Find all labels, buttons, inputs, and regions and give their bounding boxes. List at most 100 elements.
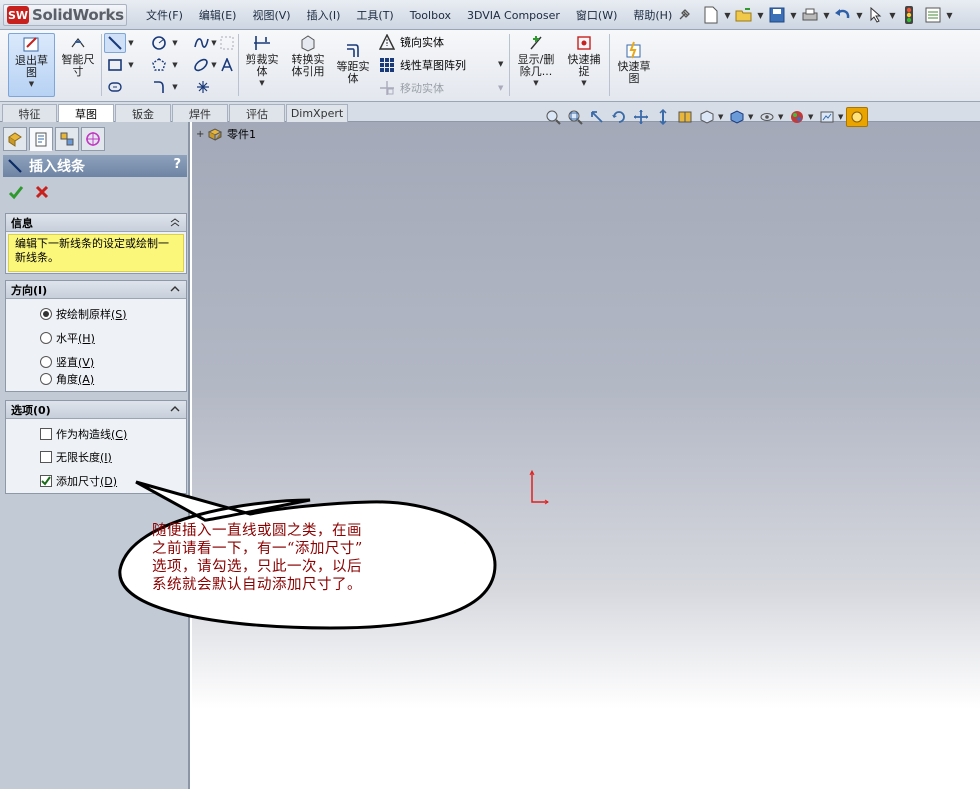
section-view-icon[interactable]	[674, 107, 696, 127]
spline-icon[interactable]	[192, 33, 210, 53]
line-icon[interactable]	[104, 33, 126, 53]
menu-toolbox[interactable]: Toolbox	[402, 9, 459, 22]
pin-icon[interactable]	[676, 7, 692, 23]
spline-dropdown-icon[interactable]: ▼	[210, 39, 218, 47]
text-icon[interactable]	[218, 55, 236, 75]
cancel-x-icon[interactable]	[32, 182, 52, 202]
zoom-area-icon[interactable]	[564, 107, 586, 127]
display-style-dropdown-icon[interactable]: ▼	[748, 113, 756, 121]
radio-button[interactable]	[40, 373, 52, 385]
apply-scene-icon[interactable]	[816, 107, 838, 127]
zoom-in-out-icon[interactable]	[652, 107, 674, 127]
select-dropdown-icon[interactable]: ▼	[888, 11, 897, 20]
save-icon[interactable]	[765, 4, 789, 26]
graphics-area[interactable]	[192, 122, 980, 789]
pattern-dropdown-icon[interactable]: ▼	[498, 60, 503, 68]
checkbox-add-dimensions[interactable]: 添加尺寸 (D)	[40, 473, 117, 489]
convert-entities-button[interactable]: 转换实体引用	[287, 33, 329, 78]
options-group-header[interactable]: 选项(0)	[6, 401, 186, 419]
direction-group-header[interactable]: 方向(I)	[6, 281, 186, 299]
offset-entities-button[interactable]: 等距实体	[334, 40, 372, 85]
options-icon[interactable]	[921, 4, 945, 26]
tab-sketch[interactable]: 草图	[58, 104, 114, 123]
checkbox[interactable]	[40, 451, 52, 463]
tab-sheet-metal[interactable]: 钣金	[115, 104, 171, 122]
slot-icon[interactable]	[104, 77, 126, 97]
appearance-dropdown-icon[interactable]: ▼	[808, 113, 816, 121]
polygon-icon[interactable]	[148, 55, 170, 75]
options-dropdown-icon[interactable]: ▼	[945, 11, 954, 20]
help-button[interactable]: ?	[173, 157, 181, 172]
pan-icon[interactable]	[630, 107, 652, 127]
tab-features[interactable]: 特征	[2, 104, 57, 122]
print-icon[interactable]	[798, 4, 822, 26]
linear-pattern-button[interactable]: 线性草图阵列	[377, 56, 466, 74]
rotate-view-icon[interactable]	[608, 107, 630, 127]
show-delete-relations-button[interactable]: 显示/删除几... ▼	[514, 33, 558, 87]
view-orientation-icon[interactable]	[696, 107, 718, 127]
radio-button[interactable]	[40, 332, 52, 344]
collapse-icon[interactable]	[169, 283, 181, 295]
zoom-to-fit-icon[interactable]	[542, 107, 564, 127]
collapse-icon[interactable]	[169, 216, 181, 228]
menu-window[interactable]: 窗口(W)	[568, 7, 625, 23]
circle-dropdown-icon[interactable]: ▼	[170, 39, 180, 47]
print-dropdown-icon[interactable]: ▼	[822, 11, 831, 20]
property-manager-icon[interactable]	[29, 127, 53, 151]
smart-dimension-button[interactable]: 智能尺寸	[58, 33, 98, 78]
point-icon[interactable]	[192, 77, 214, 97]
circle-icon[interactable]	[148, 33, 170, 53]
checkbox-infinite-length[interactable]: 无限长度 (I)	[40, 449, 112, 465]
open-dropdown-icon[interactable]: ▼	[756, 11, 765, 20]
radio-as-sketched[interactable]: 按绘制原样 (S)	[40, 306, 127, 322]
app-logo[interactable]: SW SolidWorks	[3, 4, 127, 26]
collapse-icon[interactable]	[169, 403, 181, 415]
radio-button[interactable]	[40, 356, 52, 368]
hide-show-dropdown-icon[interactable]: ▼	[778, 113, 786, 121]
radio-vertical[interactable]: 竖直 (V)	[40, 354, 94, 370]
rectangle-icon[interactable]	[104, 55, 126, 75]
rapid-sketch-button[interactable]: 快速草图	[613, 40, 655, 85]
rebuild-icon[interactable]	[897, 4, 921, 26]
exit-sketch-button[interactable]: 退出草图 ▼	[8, 33, 55, 97]
tab-evaluate[interactable]: 评估	[229, 104, 285, 122]
construction-grid-icon[interactable]	[218, 33, 236, 53]
open-folder-icon[interactable]	[732, 4, 756, 26]
ok-check-icon[interactable]	[6, 182, 26, 202]
polygon-dropdown-icon[interactable]: ▼	[170, 61, 180, 69]
view-orientation-dropdown-icon[interactable]: ▼	[718, 113, 726, 121]
save-dropdown-icon[interactable]: ▼	[789, 11, 798, 20]
menu-insert[interactable]: 插入(I)	[299, 7, 349, 23]
menu-help[interactable]: 帮助(H)	[625, 7, 680, 23]
select-pointer-icon[interactable]	[864, 4, 888, 26]
menu-tools[interactable]: 工具(T)	[348, 7, 401, 23]
undo-dropdown-icon[interactable]: ▼	[855, 11, 864, 20]
ellipse-icon[interactable]	[192, 55, 210, 75]
info-group-header[interactable]: 信息	[6, 214, 186, 232]
move-dropdown-icon[interactable]: ▼	[498, 84, 503, 92]
radio-horizontal[interactable]: 水平 (H)	[40, 330, 95, 346]
new-dropdown-icon[interactable]: ▼	[723, 11, 732, 20]
realview-icon[interactable]	[846, 107, 868, 127]
tab-dimxpert[interactable]: DimXpert	[286, 104, 348, 122]
menu-file[interactable]: 文件(F)	[138, 7, 191, 23]
rectangle-dropdown-icon[interactable]: ▼	[126, 61, 136, 69]
menu-view[interactable]: 视图(V)	[244, 7, 298, 23]
fillet-icon[interactable]	[148, 77, 170, 97]
previous-view-icon[interactable]	[586, 107, 608, 127]
menu-edit[interactable]: 编辑(E)	[191, 7, 245, 23]
tab-weldments[interactable]: 焊件	[172, 104, 228, 122]
checkbox-construction[interactable]: 作为构造线 (C)	[40, 426, 127, 442]
trim-entities-button[interactable]: 剪裁实体 ▼	[241, 33, 283, 87]
hide-show-items-icon[interactable]	[756, 107, 778, 127]
ellipse-dropdown-icon[interactable]: ▼	[210, 61, 218, 69]
dimxpert-manager-icon[interactable]	[81, 127, 105, 151]
radio-angle[interactable]: 角度 (A)	[40, 371, 94, 387]
display-style-icon[interactable]	[726, 107, 748, 127]
mirror-entities-button[interactable]: 镜向实体	[377, 33, 444, 51]
radio-button-selected[interactable]	[40, 308, 52, 320]
new-document-icon[interactable]	[699, 4, 723, 26]
feature-manager-icon[interactable]	[3, 127, 27, 151]
fillet-dropdown-icon[interactable]: ▼	[170, 83, 180, 91]
edit-appearance-icon[interactable]	[786, 107, 808, 127]
